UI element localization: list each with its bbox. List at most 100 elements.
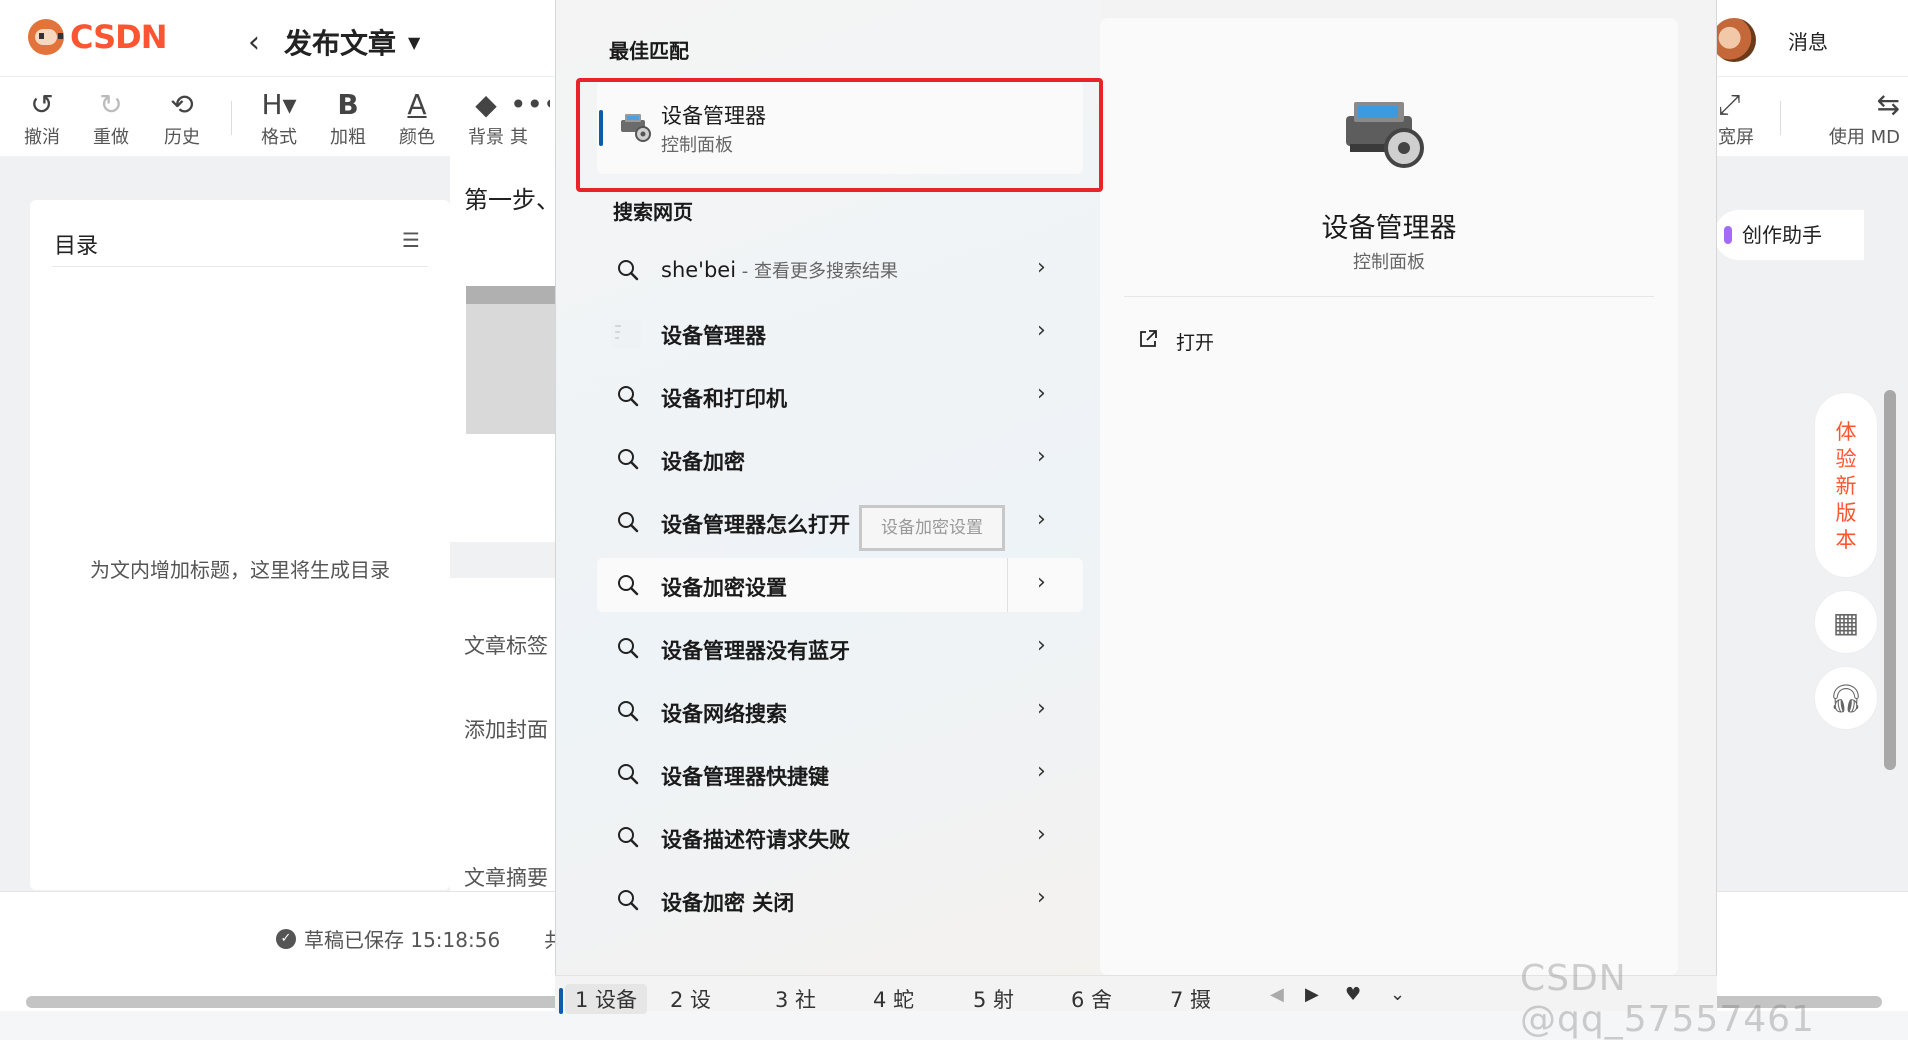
result-query: 设备管理器快捷键 bbox=[661, 765, 829, 789]
page-title[interactable]: ‹ 发布文章 ▼ bbox=[248, 22, 420, 62]
paint-bucket-icon: ◆ bbox=[475, 88, 497, 121]
section-gap bbox=[450, 542, 560, 578]
page-title-text: 发布文章 bbox=[284, 27, 397, 60]
caret-down-icon[interactable]: ▼ bbox=[408, 33, 420, 52]
chevron-right-icon[interactable]: › bbox=[1037, 255, 1046, 280]
web-result[interactable]: 设备网络搜索 › bbox=[597, 684, 1083, 738]
draft-status-text: 草稿已保存 15:18:56 bbox=[304, 928, 501, 952]
redo-button[interactable]: ↻ 重做 bbox=[79, 87, 143, 149]
chevron-right-icon[interactable]: › bbox=[1037, 696, 1046, 721]
open-action[interactable]: 打开 bbox=[1138, 328, 1214, 355]
result-query: 设备网络搜索 bbox=[661, 702, 787, 726]
avatar[interactable] bbox=[1712, 18, 1756, 62]
toc-collapse-icon[interactable]: ☰ bbox=[402, 228, 420, 252]
add-cover-label: 添加封面 bbox=[464, 718, 548, 742]
headset-icon: 🎧︎ bbox=[1828, 682, 1864, 715]
web-result[interactable]: 设备和打印机 › bbox=[597, 369, 1083, 423]
messages-link[interactable]: 消息 bbox=[1788, 26, 1828, 55]
background-button[interactable]: ◆ 背景 bbox=[454, 87, 518, 149]
ime-candidate[interactable]: 5 射 bbox=[973, 984, 1014, 1014]
detail-subtitle: 控制面板 bbox=[1353, 252, 1425, 273]
article-summary-label: 文章摘要 bbox=[464, 866, 548, 890]
use-md-button[interactable]: ⇆ 使用 MD bbox=[1800, 87, 1900, 149]
detail-title: 设备管理器 bbox=[1321, 213, 1457, 244]
web-search-heading: 搜索网页 bbox=[613, 200, 693, 224]
result-query: she'bei bbox=[661, 258, 737, 282]
heading-icon: H▾ bbox=[261, 88, 297, 121]
heading-button[interactable]: H▾ 格式 bbox=[247, 87, 311, 149]
result-query: 设备加密 关闭 bbox=[661, 891, 795, 915]
prev-page-icon[interactable]: ◀ bbox=[1270, 984, 1284, 1005]
more-button[interactable]: ••• 其 bbox=[510, 87, 550, 149]
web-result[interactable]: she'bei - 查看更多搜索结果 › bbox=[597, 243, 1083, 297]
creation-assistant-button[interactable]: 创作助手 bbox=[1714, 210, 1864, 260]
toc-divider bbox=[52, 266, 428, 267]
result-query: 设备和打印机 bbox=[661, 387, 787, 411]
result-query: 设备描述符请求失败 bbox=[661, 828, 850, 852]
best-match-heading: 最佳匹配 bbox=[609, 39, 689, 63]
watermark-text: CSDN @qq_57557461 bbox=[1520, 958, 1815, 1040]
web-result[interactable]: 设备描述符请求失败 › bbox=[597, 810, 1083, 864]
font-color-button[interactable]: A 颜色 bbox=[385, 87, 449, 149]
history-label: 历史 bbox=[164, 127, 200, 148]
result-query: 设备管理器 bbox=[661, 324, 766, 348]
search-icon bbox=[617, 889, 639, 915]
chevron-right-icon[interactable]: › bbox=[1037, 822, 1046, 847]
ime-candidate[interactable]: 7 摄 bbox=[1170, 984, 1211, 1014]
more-label: 其 bbox=[510, 127, 528, 148]
open-external-icon bbox=[1138, 329, 1158, 354]
back-chevron-icon[interactable]: ‹ bbox=[248, 25, 260, 60]
web-result[interactable]: 设备管理器快捷键 › bbox=[597, 747, 1083, 801]
vertical-scrollbar[interactable] bbox=[1884, 390, 1896, 770]
device-manager-large-icon bbox=[1340, 86, 1436, 180]
web-result[interactable]: 设备加密 › bbox=[597, 432, 1083, 486]
result-hint: - 查看更多搜索结果 bbox=[736, 261, 898, 282]
expand-candidates-icon[interactable]: ⌄ bbox=[1390, 984, 1405, 1005]
undo-label: 撤消 bbox=[24, 127, 60, 148]
ime-candidate[interactable]: 2 设 bbox=[670, 984, 711, 1014]
chevron-right-icon[interactable]: › bbox=[1037, 318, 1046, 343]
web-result-label: she'bei - 查看更多搜索结果 bbox=[661, 257, 898, 283]
ime-candidate[interactable]: 6 舍 bbox=[1071, 984, 1112, 1014]
undo-button[interactable]: ↺ 撤消 bbox=[10, 87, 74, 149]
widescreen-button[interactable]: ⤢ 宽屏 bbox=[1718, 87, 1758, 149]
search-icon bbox=[617, 574, 639, 600]
ime-candidate[interactable]: 4 蛇 bbox=[873, 984, 914, 1014]
chevron-right-icon[interactable]: › bbox=[1037, 885, 1046, 910]
toc-empty-text: 为文内增加标题，这里将生成目录 bbox=[90, 558, 390, 582]
toolbar-divider bbox=[1780, 101, 1781, 135]
chevron-right-icon[interactable]: › bbox=[1037, 507, 1046, 532]
chevron-right-icon[interactable]: › bbox=[1037, 759, 1046, 784]
web-result[interactable]: 设备管理器 › bbox=[597, 306, 1083, 360]
next-page-icon[interactable]: ▶ bbox=[1305, 984, 1319, 1005]
chevron-right-icon[interactable]: › bbox=[1037, 570, 1046, 595]
article-tags-label: 文章标签 bbox=[464, 634, 548, 658]
result-query: 设备加密设置 bbox=[661, 576, 787, 600]
screenshot-image bbox=[466, 304, 560, 434]
draft-status: ✓ 草稿已保存 15:18:56 共 bbox=[276, 924, 564, 953]
chevron-right-icon[interactable]: › bbox=[1037, 633, 1046, 658]
ime-candidate[interactable]: 3 社 bbox=[775, 984, 816, 1014]
result-detail-pane: 设备管理器 控制面板 打开 bbox=[1100, 18, 1678, 975]
web-result[interactable]: 设备管理器怎么打开 › bbox=[597, 495, 1083, 549]
result-query: 设备管理器怎么打开 bbox=[661, 513, 850, 537]
try-new-version-button[interactable]: 体验新版本 bbox=[1814, 392, 1878, 578]
editor-body[interactable]: 第一步、 bbox=[450, 156, 560, 891]
search-icon bbox=[617, 763, 639, 789]
chevron-right-icon[interactable]: › bbox=[1037, 444, 1046, 469]
bold-button[interactable]: B 加粗 bbox=[316, 87, 380, 149]
csdn-logo[interactable]: CSDN bbox=[28, 18, 167, 56]
favorite-icon[interactable]: ♥ bbox=[1345, 984, 1361, 1005]
history-button[interactable]: ⟲ 历史 bbox=[150, 87, 214, 149]
open-label: 打开 bbox=[1176, 332, 1215, 354]
web-result-hovered[interactable]: 设备加密设置 › bbox=[597, 558, 1083, 612]
customer-service-button[interactable]: 🎧︎ bbox=[1814, 666, 1878, 730]
ime-candidate[interactable]: 1 设备 bbox=[558, 984, 648, 1014]
check-circle-icon: ✓ bbox=[276, 928, 296, 949]
web-result[interactable]: 设备加密 关闭 › bbox=[597, 873, 1083, 927]
qr-code-button[interactable]: ▦ bbox=[1814, 590, 1878, 654]
search-icon bbox=[617, 511, 639, 537]
chevron-right-icon[interactable]: › bbox=[1037, 381, 1046, 406]
result-tooltip: 设备加密设置 bbox=[859, 505, 1005, 551]
web-result[interactable]: 设备管理器没有蓝牙 › bbox=[597, 621, 1083, 675]
